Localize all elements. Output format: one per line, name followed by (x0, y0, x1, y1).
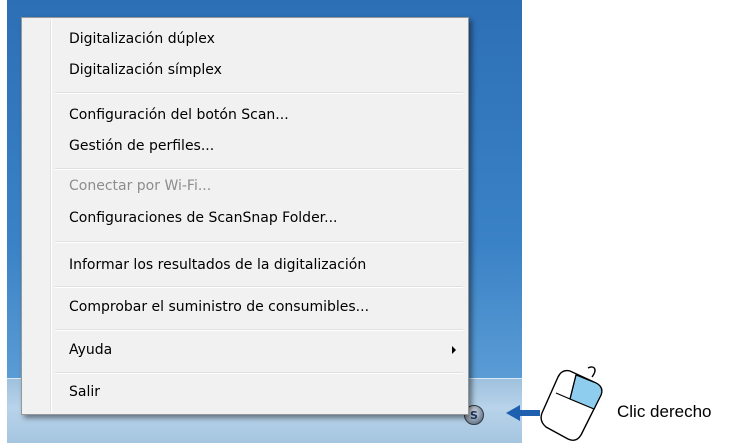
context-menu: Digitalización dúplex Digitalización sím… (21, 17, 469, 415)
submenu-arrow-icon (452, 346, 456, 354)
menu-separator (55, 329, 463, 331)
menu-item-scan-button-settings[interactable]: Configuración del botón Scan... (24, 102, 466, 128)
menu-item-label: Configuraciones de ScanSnap Folder... (69, 210, 338, 226)
menu-item-label: Comprobar el suministro de consumibles..… (69, 299, 370, 315)
arrow-left-icon (506, 405, 540, 421)
menu-item-exit[interactable]: Salir (24, 379, 466, 405)
menu-item-connect-wifi: Conectar por Wi-Fi... (24, 173, 466, 199)
menu-item-label: Configuración del botón Scan... (69, 107, 289, 123)
menu-item-duplex-scan[interactable]: Digitalización dúplex (24, 26, 466, 52)
menu-separator (55, 92, 463, 94)
menu-separator (55, 286, 463, 288)
menu-item-label: Informar los resultados de la digitaliza… (69, 257, 367, 273)
right-click-label: Clic derecho (617, 402, 712, 421)
menu-item-report-scan-results[interactable]: Informar los resultados de la digitaliza… (24, 252, 466, 278)
menu-item-profile-management[interactable]: Gestión de perfiles... (24, 133, 466, 159)
menu-item-label: Digitalización símplex (69, 62, 222, 78)
menu-item-simplex-scan[interactable]: Digitalización símplex (24, 57, 466, 83)
menu-item-help[interactable]: Ayuda (24, 337, 466, 363)
menu-item-check-consumables[interactable]: Comprobar el suministro de consumibles..… (24, 294, 466, 320)
menu-separator (55, 168, 463, 170)
menu-separator (55, 372, 463, 374)
tray-icon-glyph: S (470, 408, 478, 422)
menu-separator (55, 241, 463, 243)
menu-item-label: Conectar por Wi-Fi... (69, 178, 212, 194)
menu-item-label: Ayuda (69, 342, 113, 358)
menu-item-label: Salir (69, 384, 101, 400)
menu-item-label: Gestión de perfiles... (69, 138, 215, 154)
menu-item-label: Digitalización dúplex (69, 31, 215, 47)
menu-item-scansnap-folder-settings[interactable]: Configuraciones de ScanSnap Folder... (24, 205, 466, 231)
mouse-right-click-icon (540, 366, 603, 442)
